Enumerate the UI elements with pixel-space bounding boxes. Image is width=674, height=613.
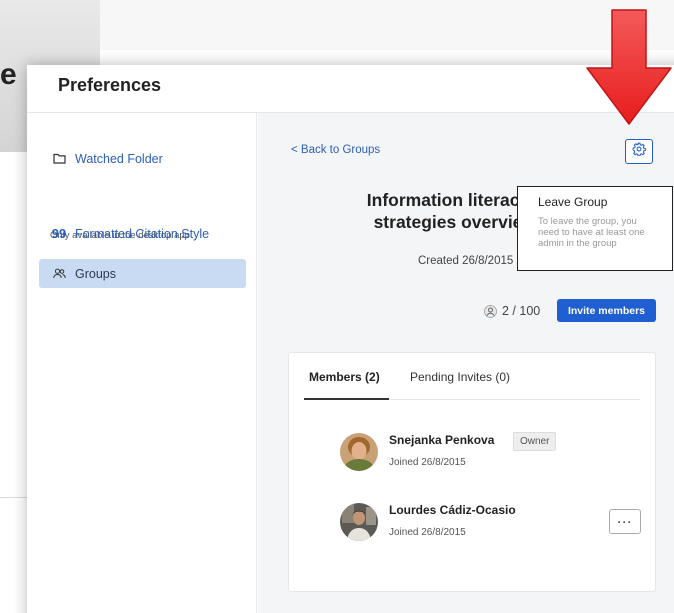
invite-members-button[interactable]: Invite members [557, 299, 656, 322]
folder-icon [51, 153, 67, 164]
background-text: e [0, 58, 17, 91]
modal-title: Preferences [58, 75, 162, 95]
group-title-line: strategies overvie [373, 212, 523, 232]
sidebar-item-citation-style[interactable]: 99 Formatted Citation Style [39, 219, 246, 248]
group-settings-button[interactable] [625, 139, 653, 164]
member-joined-date: Joined 26/8/2015 [389, 527, 466, 538]
leave-group-tooltip: Leave Group To leave the group, you need… [517, 186, 673, 271]
member-name: Lourdes Cádiz-Ocasio [389, 503, 516, 517]
person-icon [484, 304, 497, 318]
member-more-button[interactable]: ··· [609, 509, 641, 534]
active-tab-indicator [304, 398, 389, 400]
group-title-line: Information literacy [366, 190, 530, 210]
avatar [340, 433, 378, 471]
sidebar-item-label: Groups [75, 266, 116, 281]
group-created-date: Created 26/8/2015 [418, 255, 514, 267]
member-tabs: Members (2) Pending Invites (0) [304, 353, 640, 400]
members-card: Members (2) Pending Invites (0) Snejanka… [288, 352, 656, 592]
background-divider [0, 497, 28, 498]
leave-group-hint: To leave the group, you need to have at … [538, 216, 645, 249]
tab-pending-invites[interactable]: Pending Invites (0) [410, 370, 510, 384]
quote-icon: 99 [51, 226, 67, 241]
red-arrow-icon [586, 9, 672, 125]
back-to-groups-link[interactable]: < Back to Groups [291, 144, 380, 156]
member-counter: 2 / 100 [484, 304, 540, 318]
sidebar-item-watched-folder[interactable]: Watched Folder [39, 144, 246, 173]
sidebar-item-groups[interactable]: Groups [39, 259, 246, 288]
gear-icon [632, 142, 646, 161]
preferences-modal: Preferences Watched Folder Only availabl… [27, 65, 674, 613]
avatar [340, 503, 378, 541]
member-name: Snejanka Penkova [389, 433, 495, 447]
owner-badge: Owner [513, 432, 557, 451]
member-count: 2 / 100 [502, 304, 541, 318]
modal-header: Preferences [27, 65, 674, 113]
leave-group-option[interactable]: Leave Group [538, 195, 652, 209]
sidebar-item-label: Formatted Citation Style [75, 226, 210, 241]
tab-members[interactable]: Members (2) [309, 370, 380, 384]
sidebar-item-label: Watched Folder [75, 151, 163, 166]
groups-icon [51, 268, 67, 279]
preferences-sidebar: Watched Folder Only available in the des… [27, 113, 257, 613]
member-joined-date: Joined 26/8/2015 [389, 457, 466, 468]
